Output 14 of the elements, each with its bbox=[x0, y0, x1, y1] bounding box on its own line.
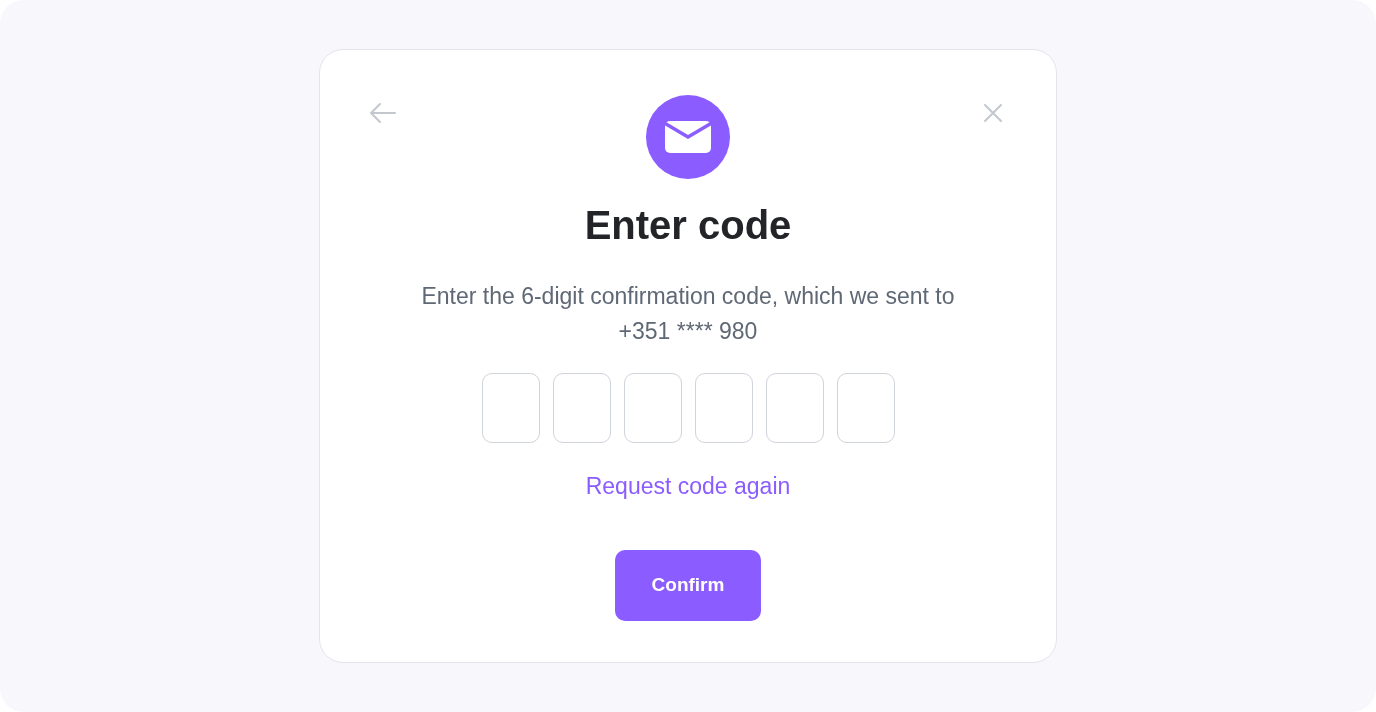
back-button[interactable] bbox=[368, 100, 398, 126]
code-digit-field[interactable] bbox=[552, 373, 611, 443]
close-icon bbox=[983, 103, 1003, 123]
code-digit-field[interactable] bbox=[836, 373, 895, 443]
request-code-link[interactable]: Request code again bbox=[585, 471, 791, 501]
code-digit-field[interactable] bbox=[694, 373, 753, 443]
close-button[interactable] bbox=[982, 102, 1004, 124]
description-text: Enter the 6-digit confirmation code, which we sent to +351 **** 980 bbox=[420, 282, 956, 346]
confirm-button[interactable]: Confirm bbox=[615, 550, 761, 621]
code-digit-field[interactable] bbox=[481, 373, 540, 443]
code-digit-field[interactable] bbox=[765, 373, 824, 443]
dialog-title: Enter code bbox=[584, 202, 792, 249]
code-digit-field[interactable] bbox=[623, 373, 682, 443]
back-arrow-icon bbox=[369, 102, 397, 124]
